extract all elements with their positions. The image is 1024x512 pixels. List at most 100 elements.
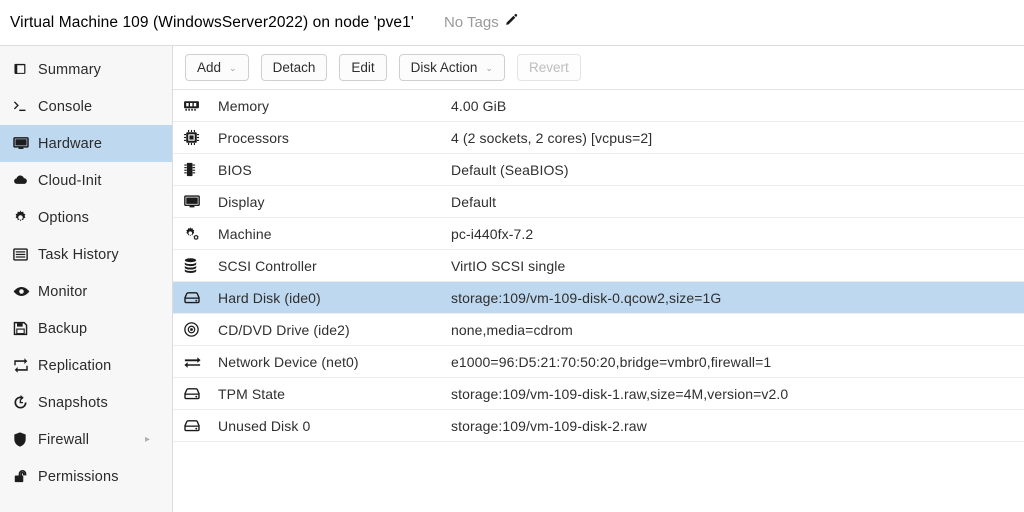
- page-body: Summary Console Hardware Cloud-Init: [0, 46, 1024, 512]
- hard-disk-icon: [183, 291, 218, 305]
- sidebar-item-hardware[interactable]: Hardware: [0, 125, 172, 162]
- hardware-table: Memory 4.00 GiB Processors 4 (2 sockets,…: [173, 90, 1024, 512]
- sidebar-item-task-history[interactable]: Task History: [0, 236, 172, 273]
- floppy-disk-icon: [12, 320, 38, 337]
- detach-button-label: Detach: [273, 60, 316, 75]
- table-row[interactable]: Network Device (net0) e1000=96:D5:21:70:…: [173, 346, 1024, 378]
- book-icon: [12, 61, 38, 78]
- table-row[interactable]: Memory 4.00 GiB: [173, 90, 1024, 122]
- cpu-chip-icon: [183, 129, 218, 146]
- edit-button-label: Edit: [351, 60, 374, 75]
- sidebar-item-snapshots[interactable]: Snapshots: [0, 384, 172, 421]
- sidebar-item-label: Monitor: [38, 284, 87, 300]
- chevron-right-icon[interactable]: ▸: [145, 435, 150, 445]
- sidebar-nav: Summary Console Hardware Cloud-Init: [0, 46, 173, 512]
- row-key: TPM State: [218, 386, 451, 402]
- terminal-icon: [12, 98, 38, 115]
- row-value: 4.00 GiB: [451, 98, 506, 114]
- page-header: Virtual Machine 109 (WindowsServer2022) …: [0, 0, 1024, 46]
- row-value: VirtIO SCSI single: [451, 258, 565, 274]
- row-value: storage:109/vm-109-disk-1.raw,size=4M,ve…: [451, 386, 788, 402]
- sidebar-item-firewall[interactable]: Firewall ▸: [0, 421, 172, 458]
- row-value: storage:109/vm-109-disk-0.qcow2,size=1G: [451, 290, 721, 306]
- row-key: Unused Disk 0: [218, 418, 451, 434]
- sidebar-item-label: Console: [38, 99, 92, 115]
- table-row[interactable]: Processors 4 (2 sockets, 2 cores) [vcpus…: [173, 122, 1024, 154]
- sidebar-item-label: Summary: [38, 62, 101, 78]
- sidebar-item-label: Cloud-Init: [38, 173, 102, 189]
- bios-chip-icon: [183, 161, 218, 178]
- eye-icon: [12, 283, 38, 300]
- display-icon: [183, 194, 218, 210]
- row-value: 4 (2 sockets, 2 cores) [vcpus=2]: [451, 130, 652, 146]
- row-key: SCSI Controller: [218, 258, 451, 274]
- row-key: Machine: [218, 226, 451, 242]
- sidebar-item-label: Replication: [38, 358, 111, 374]
- disk-action-button-label: Disk Action: [411, 60, 478, 75]
- network-arrows-icon: [183, 354, 218, 369]
- sidebar-item-monitor[interactable]: Monitor: [0, 273, 172, 310]
- add-button-label: Add: [197, 60, 221, 75]
- sidebar-item-label: Permissions: [38, 469, 119, 485]
- add-button[interactable]: Add ⌄: [185, 54, 249, 81]
- row-value: Default: [451, 194, 496, 210]
- list-icon: [12, 246, 38, 263]
- sidebar-item-label: Task History: [38, 247, 119, 263]
- history-icon: [12, 394, 38, 411]
- table-row[interactable]: Unused Disk 0 storage:109/vm-109-disk-2.…: [173, 410, 1024, 442]
- optical-disc-icon: [183, 321, 218, 338]
- gear-icon: [12, 209, 38, 226]
- sidebar-item-label: Options: [38, 210, 89, 226]
- table-row[interactable]: SCSI Controller VirtIO SCSI single: [173, 250, 1024, 282]
- gears-icon: [183, 225, 218, 242]
- chevron-down-icon: ⌄: [485, 64, 493, 73]
- tags-label: No Tags: [444, 14, 499, 31]
- row-key: Hard Disk (ide0): [218, 290, 451, 306]
- sidebar-item-label: Snapshots: [38, 395, 108, 411]
- row-key: Memory: [218, 98, 451, 114]
- edit-button[interactable]: Edit: [339, 54, 386, 81]
- cloud-icon: [12, 172, 38, 189]
- row-key: Processors: [218, 130, 451, 146]
- memory-stick-icon: [183, 99, 218, 112]
- sidebar-item-replication[interactable]: Replication: [0, 347, 172, 384]
- sidebar-item-label: Firewall: [38, 432, 89, 448]
- sidebar-item-label: Hardware: [38, 136, 102, 152]
- hardware-toolbar: Add ⌄ Detach Edit Disk Action ⌄ Revert: [173, 46, 1024, 90]
- sidebar-item-label: Backup: [38, 321, 87, 337]
- row-key: BIOS: [218, 162, 451, 178]
- sidebar-item-cloud-init[interactable]: Cloud-Init: [0, 162, 172, 199]
- hard-disk-icon: [183, 387, 218, 401]
- table-row[interactable]: Display Default: [173, 186, 1024, 218]
- row-value: Default (SeaBIOS): [451, 162, 569, 178]
- table-row[interactable]: CD/DVD Drive (ide2) none,media=cdrom: [173, 314, 1024, 346]
- row-value: e1000=96:D5:21:70:50:20,bridge=vmbr0,fir…: [451, 354, 771, 370]
- pencil-icon[interactable]: [504, 13, 519, 33]
- table-row[interactable]: Machine pc-i440fx-7.2: [173, 218, 1024, 250]
- content-area: Add ⌄ Detach Edit Disk Action ⌄ Revert: [173, 46, 1024, 512]
- monitor-icon: [12, 135, 38, 152]
- row-key: CD/DVD Drive (ide2): [218, 322, 451, 338]
- disk-action-button[interactable]: Disk Action ⌄: [399, 54, 505, 81]
- sidebar-item-options[interactable]: Options: [0, 199, 172, 236]
- tags-area[interactable]: No Tags: [444, 13, 519, 33]
- table-row[interactable]: BIOS Default (SeaBIOS): [173, 154, 1024, 186]
- detach-button[interactable]: Detach: [261, 54, 328, 81]
- chevron-down-icon: ⌄: [229, 64, 237, 73]
- hard-disk-icon: [183, 419, 218, 433]
- revert-button-label: Revert: [529, 60, 569, 75]
- row-key: Display: [218, 194, 451, 210]
- shield-icon: [12, 431, 38, 448]
- proxmox-vm-hardware-page: Virtual Machine 109 (WindowsServer2022) …: [0, 0, 1024, 512]
- sidebar-item-permissions[interactable]: Permissions: [0, 458, 172, 495]
- row-value: none,media=cdrom: [451, 322, 573, 338]
- revert-button: Revert: [517, 54, 581, 81]
- sidebar-item-console[interactable]: Console: [0, 88, 172, 125]
- table-row[interactable]: TPM State storage:109/vm-109-disk-1.raw,…: [173, 378, 1024, 410]
- sidebar-item-backup[interactable]: Backup: [0, 310, 172, 347]
- row-value: storage:109/vm-109-disk-2.raw: [451, 418, 647, 434]
- table-row[interactable]: Hard Disk (ide0) storage:109/vm-109-disk…: [173, 282, 1024, 314]
- row-key: Network Device (net0): [218, 354, 451, 370]
- sidebar-item-summary[interactable]: Summary: [0, 51, 172, 88]
- database-icon: [183, 257, 218, 274]
